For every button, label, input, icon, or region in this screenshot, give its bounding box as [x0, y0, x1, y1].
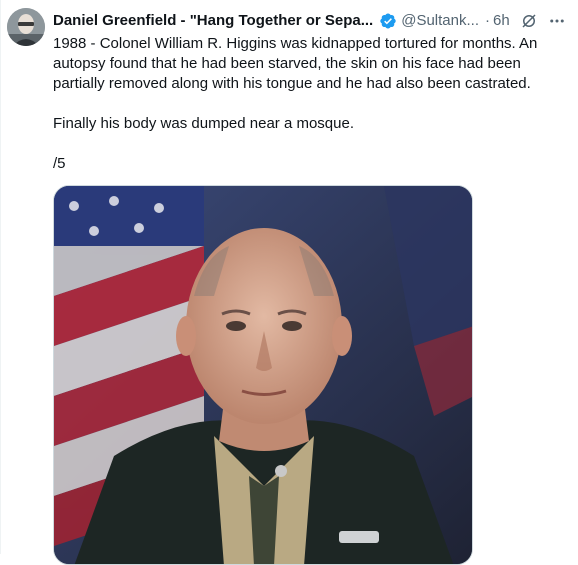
tweet-header: Daniel Greenfield - "Hang Together or Se… — [53, 10, 572, 32]
more-icon[interactable] — [548, 12, 566, 30]
tweet-text-line: Finally his body was dumped near a mosqu… — [53, 115, 354, 132]
verified-badge-icon[interactable] — [379, 12, 397, 30]
tweet-text: 1988 - Colonel William R. Higgins was ki… — [53, 34, 573, 174]
tweet-text-line: /5 — [53, 155, 66, 172]
tweet-photo[interactable] — [53, 185, 473, 565]
author-name[interactable]: Daniel Greenfield - "Hang Together or Se… — [53, 11, 373, 31]
author-handle[interactable]: @Sultank... — [401, 11, 479, 31]
timestamp[interactable]: 6h — [493, 11, 510, 31]
tweet[interactable]: Daniel Greenfield - "Hang Together or Se… — [0, 0, 578, 565]
tweet-text-line: 1988 - Colonel William R. Higgins was ki… — [53, 35, 538, 92]
avatar[interactable] — [7, 8, 45, 46]
grok-icon[interactable] — [520, 12, 538, 30]
separator-dot: · — [485, 12, 490, 29]
